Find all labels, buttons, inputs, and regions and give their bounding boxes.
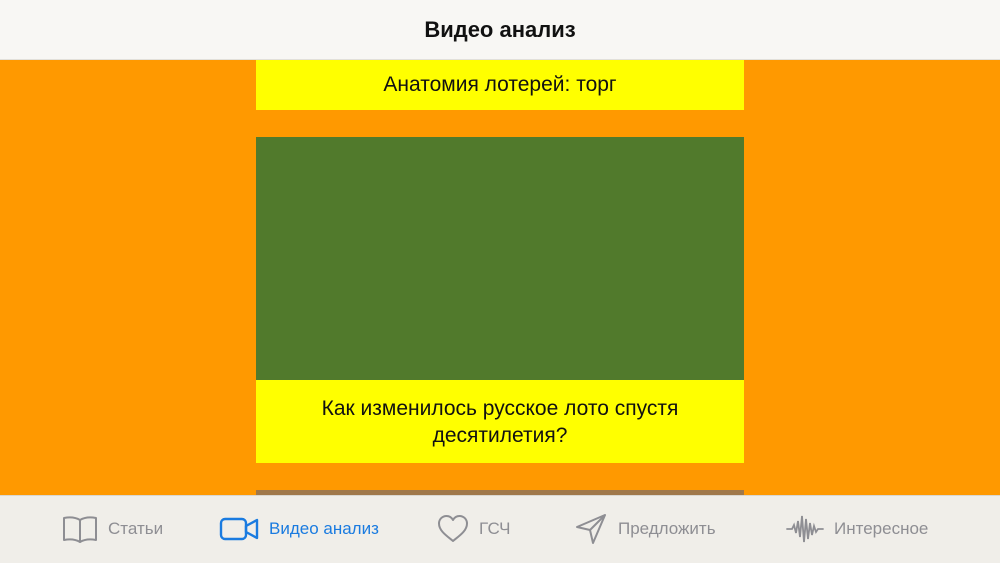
send-icon xyxy=(574,512,608,546)
tab-interesting[interactable]: Интересное xyxy=(786,512,928,546)
video-card-title: Анатомия лотерей: торг xyxy=(383,73,617,96)
tab-label: Видео анализ xyxy=(269,519,379,538)
video-card[interactable]: Как изменилось русское лото спустя десят… xyxy=(256,137,744,463)
tab-suggest[interactable]: Предложить xyxy=(574,512,716,546)
tab-label: ГСЧ xyxy=(479,519,511,538)
waveform-icon xyxy=(786,512,824,546)
tab-video-analysis[interactable]: Видео анализ xyxy=(219,512,379,546)
video-feed[interactable]: Анатомия лотерей: торг Как изменилось ру… xyxy=(0,60,1000,495)
video-card-title: Как изменилось русское лото спустя десят… xyxy=(321,396,679,447)
tab-articles[interactable]: Статьи xyxy=(62,512,163,546)
tab-label: Предложить xyxy=(618,519,716,538)
tab-rng[interactable]: ГСЧ xyxy=(437,512,511,546)
video-camera-icon xyxy=(219,515,259,543)
video-card-caption: Как изменилось русское лото спустя десят… xyxy=(256,380,744,463)
video-thumbnail[interactable] xyxy=(256,137,744,380)
page-title: Видео анализ xyxy=(424,16,576,42)
navigation-bar: Видео анализ xyxy=(0,0,1000,60)
heart-icon xyxy=(437,514,469,544)
tab-bar: Статьи Видео анализ ГСЧ Предложить Интер… xyxy=(0,495,1000,563)
book-icon xyxy=(62,514,98,544)
video-card-partial[interactable]: Анатомия лотерей: торг xyxy=(256,60,744,110)
tab-label: Интересное xyxy=(834,519,929,538)
tab-label: Статьи xyxy=(108,519,164,538)
